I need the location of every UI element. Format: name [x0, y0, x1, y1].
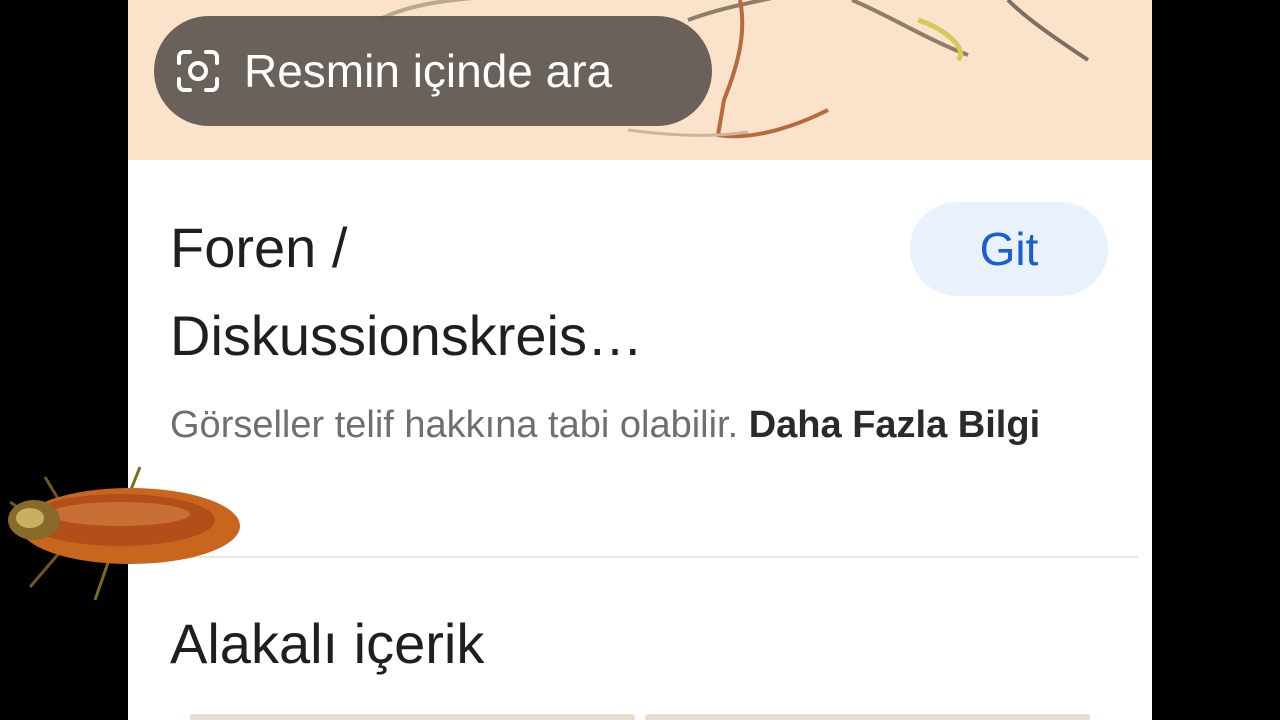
search-inside-image-button[interactable]: Resmin içinde ara — [154, 16, 712, 126]
go-button[interactable]: Git — [910, 202, 1108, 296]
video-frame: Resmin içinde ara Foren / Diskussionskre… — [0, 0, 1280, 720]
related-thumbnail[interactable] — [190, 714, 635, 720]
phone-screen: Resmin içinde ara Foren / Diskussionskre… — [128, 0, 1152, 720]
result-title-line-2: Diskussionskreis… — [170, 304, 643, 367]
search-inside-image-label: Resmin içinde ara — [244, 45, 613, 97]
related-thumbnails[interactable] — [190, 714, 1090, 720]
copyright-text: Görseller telif hakkına tabi olabilir. — [170, 404, 739, 446]
result-card: Foren / Diskussionskreis… Git Görseller … — [128, 160, 1152, 558]
copyright-notice: Görseller telif hakkına tabi olabilir. D… — [170, 396, 1070, 454]
learn-more-link[interactable]: Daha Fazla Bilgi — [749, 404, 1040, 446]
result-title[interactable]: Foren / Diskussionskreis… — [170, 204, 870, 380]
related-thumbnail[interactable] — [645, 714, 1090, 720]
result-title-line-1: Foren / — [170, 216, 348, 279]
image-preview[interactable]: Resmin içinde ara — [128, 0, 1152, 160]
section-divider — [128, 556, 1138, 558]
cockroach-overlay-image — [8, 466, 240, 601]
lens-scan-icon — [177, 50, 219, 92]
related-content-heading: Alakalı içerik — [170, 612, 485, 675]
